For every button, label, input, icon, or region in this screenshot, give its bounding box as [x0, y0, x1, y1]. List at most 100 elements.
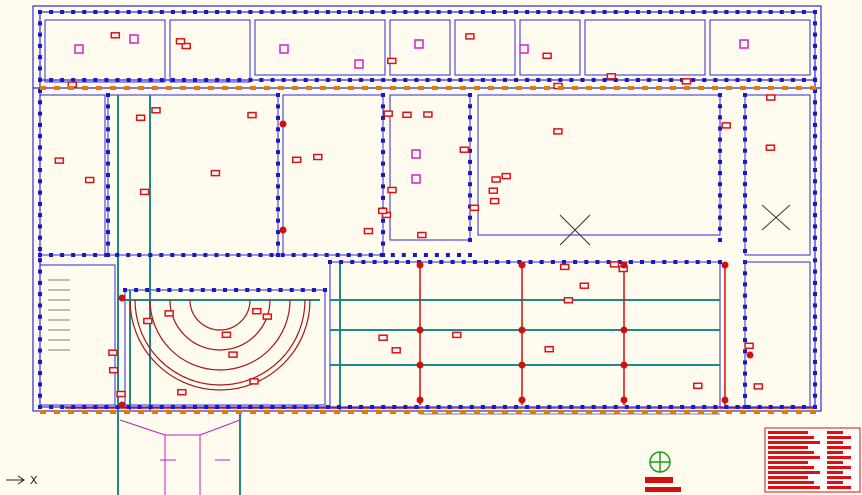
room-tag — [210, 169, 221, 177]
structural-column — [518, 396, 526, 404]
dimension-tick — [813, 359, 817, 364]
dimension-tick — [104, 78, 109, 82]
dimension-tick — [735, 405, 740, 409]
room-tag — [143, 317, 153, 325]
title-block-cell — [768, 441, 820, 444]
window-mark — [320, 86, 326, 90]
dimension-tick — [276, 230, 280, 235]
dimension-tick — [425, 10, 430, 14]
dimension-tick — [447, 78, 452, 82]
dimension-tick — [743, 304, 747, 309]
room-tag — [491, 176, 501, 183]
window-mark — [558, 410, 564, 414]
dimension-tick — [38, 168, 42, 172]
dimension-tick — [248, 10, 253, 14]
title-block-cell — [768, 466, 814, 469]
room-tag — [291, 156, 302, 164]
room-tag — [693, 382, 703, 390]
dimension-tick — [790, 78, 795, 82]
dimension-tick — [718, 238, 722, 242]
dimension-tick — [38, 247, 42, 251]
window-mark — [68, 410, 74, 414]
room-tag — [423, 111, 433, 118]
dimension-tick — [38, 201, 42, 206]
room-tag — [387, 186, 397, 194]
dimension-tick — [204, 78, 209, 82]
dimension-tick — [38, 326, 42, 330]
dimension-tick — [651, 260, 656, 264]
window-mark — [166, 86, 172, 90]
dimension-tick — [38, 359, 42, 364]
dimension-tick — [503, 405, 507, 409]
dimension-tick — [137, 253, 142, 257]
window-mark — [754, 410, 760, 414]
window-mark — [656, 86, 662, 90]
dimension-tick — [680, 10, 685, 14]
window-mark — [432, 86, 438, 90]
room-tag — [542, 52, 552, 60]
dimension-tick — [159, 78, 164, 82]
dimension-tick — [468, 159, 472, 164]
dimension-tick — [303, 10, 308, 14]
dimension-tick — [425, 405, 430, 409]
dimension-tick — [106, 218, 110, 223]
dimension-tick — [276, 127, 280, 132]
window-mark — [712, 410, 718, 414]
window-mark — [110, 86, 116, 90]
dimension-tick — [276, 218, 280, 223]
dimension-tick — [38, 156, 42, 161]
hall-rooms — [39, 94, 811, 408]
dimension-tick — [278, 288, 283, 292]
dimension-tick — [779, 405, 784, 409]
dimension-tick — [718, 226, 722, 231]
dimension-tick — [813, 77, 817, 82]
structural-column — [118, 401, 126, 409]
dimension-tick — [813, 303, 817, 308]
window-mark — [474, 410, 480, 414]
section-cross-icon — [559, 204, 791, 246]
dimension-tick — [457, 253, 461, 257]
window-mark — [404, 86, 410, 90]
window-mark — [502, 410, 508, 414]
dimension-tick — [702, 10, 707, 14]
dimension-tick — [281, 78, 286, 82]
dimension-tick — [359, 78, 364, 82]
dimension-tick — [813, 156, 817, 161]
window-mark — [222, 86, 228, 90]
dimension-tick — [203, 253, 208, 257]
window-mark — [572, 410, 578, 414]
dimension-tick — [259, 78, 264, 82]
dimension-tick — [123, 288, 127, 292]
dimension-tick — [412, 253, 417, 257]
room-tag — [579, 282, 590, 289]
dimension-tick — [743, 171, 747, 175]
room-tag — [84, 176, 95, 184]
title-block-cell — [827, 461, 843, 464]
window-mark — [236, 410, 242, 414]
dimension-tick — [514, 78, 519, 82]
dimension-tick — [281, 10, 286, 14]
sanitary-fixture — [129, 34, 139, 44]
dimension-tick — [93, 78, 98, 82]
dimension-tick — [38, 405, 42, 409]
room-tag — [553, 128, 563, 135]
dimension-tick — [503, 78, 507, 82]
title-block-cell — [827, 431, 843, 434]
dimension-tick — [204, 405, 209, 409]
title-block-cell — [827, 476, 851, 479]
dimension-tick — [204, 10, 209, 14]
window-mark — [530, 410, 536, 414]
room-tag — [383, 110, 393, 117]
title-block[interactable] — [764, 427, 861, 493]
dimension-tick — [379, 253, 384, 257]
dimension-tick — [743, 260, 747, 265]
dimension-tick — [602, 78, 607, 82]
dimension-tick — [115, 253, 120, 257]
window-mark — [796, 86, 802, 90]
window-mark — [460, 86, 466, 90]
dimension-tick — [591, 78, 596, 82]
dimension-tick — [93, 10, 98, 14]
sanitary-fixture — [354, 59, 364, 69]
dimension-tick — [480, 78, 485, 82]
cad-drawing-canvas[interactable]: X — [0, 0, 862, 495]
